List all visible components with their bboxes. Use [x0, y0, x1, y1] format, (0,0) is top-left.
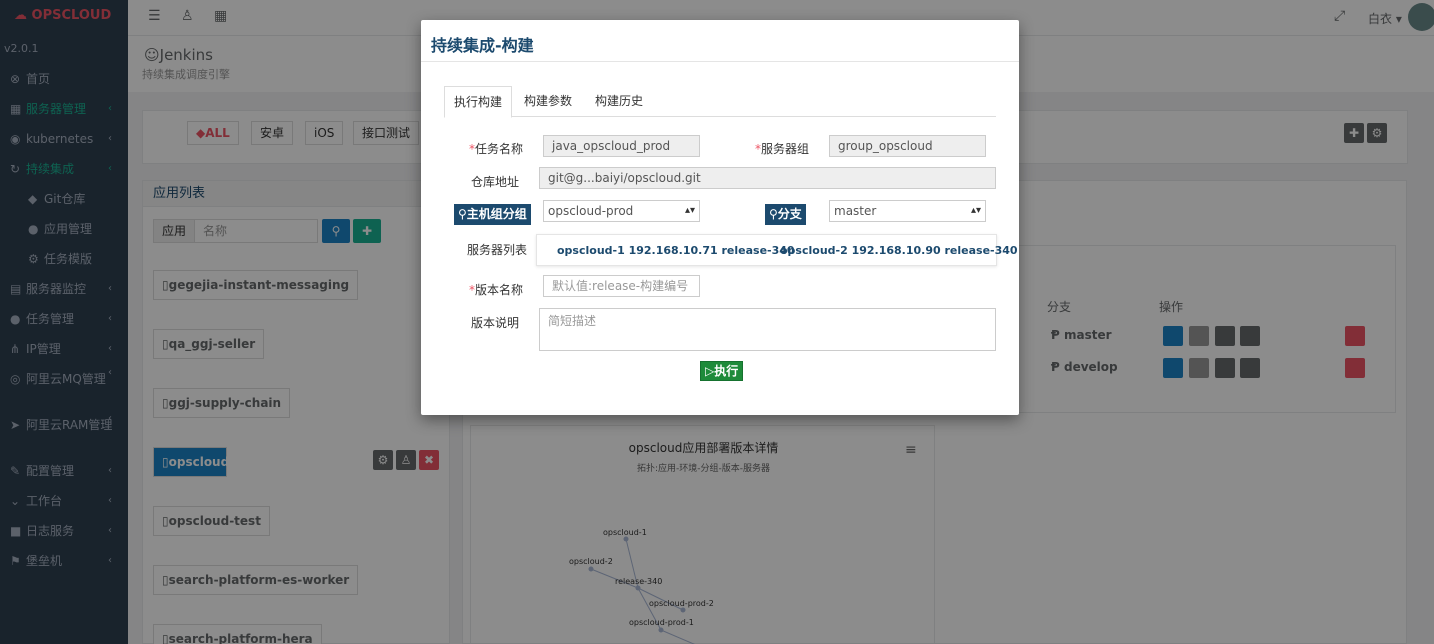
select-arrow-icon: ▴▾ [970, 205, 981, 216]
task-name-field[interactable]: java_opscloud_prod [543, 135, 700, 157]
version-name-label: *版本名称 [468, 283, 523, 297]
execute-button[interactable]: ▷执行 [700, 361, 744, 381]
version-desc-label: 版本说明 [470, 316, 519, 330]
repo-label: 仓库地址 [470, 175, 519, 189]
task-name-label: *任务名称 [468, 142, 523, 156]
select-arrow-icon: ▴▾ [684, 205, 695, 216]
version-desc-textarea[interactable]: 简短描述 [539, 308, 996, 351]
build-modal: 持续集成-构建 执行构建 构建参数 构建历史 *任务名称 java_opsclo… [421, 20, 1019, 415]
modal-title: 持续集成-构建 [431, 36, 534, 55]
server-group-label: *服务器组 [754, 142, 809, 156]
tab-build-params[interactable]: 构建参数 [515, 86, 581, 117]
server-item[interactable]: opscloud-2 192.168.10.90 release-340 [780, 244, 1018, 257]
modal-tabs: 执行构建 构建参数 构建历史 [444, 86, 996, 118]
tab-execute-build[interactable]: 执行构建 [444, 86, 513, 118]
modal-divider [421, 61, 1019, 62]
host-group-button[interactable]: ⚲主机组分组 [454, 204, 531, 225]
repo-field[interactable]: git@g...baiyi/opscloud.git [539, 167, 996, 189]
server-list-label: 服务器列表 [466, 243, 527, 257]
host-group-select[interactable]: opscloud-prod ▴▾ [543, 200, 700, 222]
server-group-field[interactable]: group_opscloud [829, 135, 986, 157]
branch-select[interactable]: master ▴▾ [829, 200, 986, 222]
version-name-input[interactable]: 默认值:release-构建编号 [543, 275, 700, 297]
server-list: opscloud-1 192.168.10.71 release-340 ops… [536, 234, 1018, 266]
branch-button[interactable]: ⚲分支 [765, 204, 806, 225]
tab-build-history[interactable]: 构建历史 [586, 86, 652, 117]
server-item[interactable]: opscloud-1 192.168.10.71 release-340 [557, 244, 795, 257]
